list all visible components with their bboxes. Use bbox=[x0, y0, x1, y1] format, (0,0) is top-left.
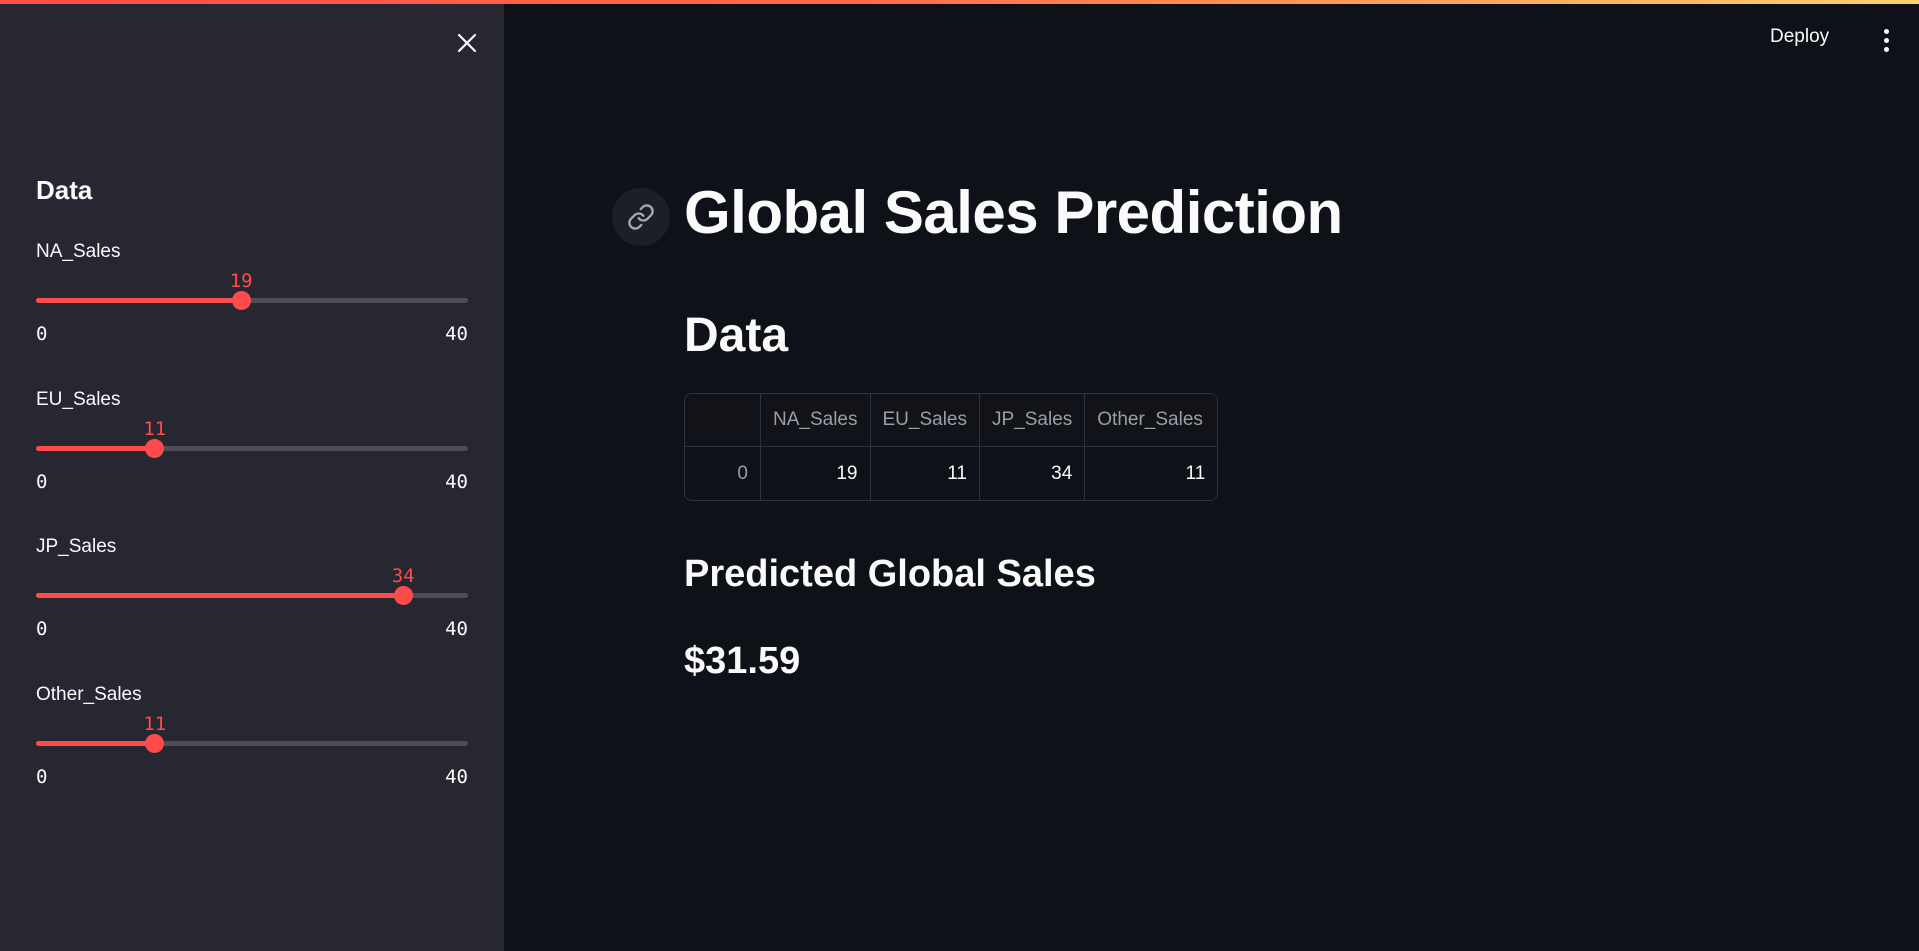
slider-thumb[interactable] bbox=[145, 734, 165, 753]
kebab-menu-icon bbox=[1883, 46, 1889, 52]
slider-min-label: 0 bbox=[36, 766, 48, 788]
deploy-button[interactable]: Deploy bbox=[1770, 26, 1829, 48]
slider-fill bbox=[36, 741, 155, 746]
slider-label: JP_Sales bbox=[36, 536, 117, 557]
link-icon bbox=[628, 204, 654, 230]
sidebar-heading: Data bbox=[36, 175, 93, 205]
slider-fill bbox=[36, 298, 242, 303]
slider-fill bbox=[36, 593, 404, 598]
slider-value: 11 bbox=[143, 713, 167, 735]
table-cell[interactable]: 19 bbox=[761, 447, 871, 500]
slider-min-label: 0 bbox=[36, 618, 48, 640]
close-icon bbox=[457, 33, 477, 53]
slider-na-sales: NA_Sales 19 0 40 bbox=[36, 241, 468, 361]
prediction-heading: Predicted Global Sales bbox=[684, 553, 1096, 595]
title-anchor-link[interactable] bbox=[612, 188, 670, 246]
header-decoration-bar bbox=[0, 0, 1919, 4]
table-header-row: NA_Sales EU_Sales JP_Sales Other_Sales bbox=[685, 394, 1218, 447]
slider-value: 11 bbox=[143, 418, 167, 440]
prediction-value: $31.59 bbox=[684, 640, 801, 682]
close-sidebar-button[interactable] bbox=[452, 28, 482, 58]
page-title: Global Sales Prediction bbox=[684, 179, 1343, 246]
slider-min-label: 0 bbox=[36, 323, 48, 345]
slider-track[interactable] bbox=[36, 446, 468, 451]
slider-fill bbox=[36, 446, 155, 451]
slider-other-sales: Other_Sales 11 0 40 bbox=[36, 684, 468, 804]
table-column-header[interactable]: Other_Sales bbox=[1085, 394, 1218, 447]
data-heading: Data bbox=[684, 309, 789, 362]
slider-value: 34 bbox=[391, 565, 415, 587]
slider-eu-sales: EU_Sales 11 0 40 bbox=[36, 389, 468, 509]
slider-max-label: 40 bbox=[445, 471, 468, 493]
data-table[interactable]: NA_Sales EU_Sales JP_Sales Other_Sales 0… bbox=[684, 393, 1219, 501]
table-cell[interactable]: 11 bbox=[871, 447, 980, 500]
slider-value: 19 bbox=[229, 270, 253, 292]
slider-label: NA_Sales bbox=[36, 241, 121, 262]
slider-max-label: 40 bbox=[445, 618, 468, 640]
table-column-header[interactable]: NA_Sales bbox=[761, 394, 871, 447]
table-row: 0 19 11 34 11 bbox=[685, 447, 1217, 500]
slider-min-label: 0 bbox=[36, 471, 48, 493]
table-column-header[interactable]: EU_Sales bbox=[870, 394, 980, 447]
table-column-header[interactable]: JP_Sales bbox=[980, 394, 1086, 447]
slider-track[interactable] bbox=[36, 298, 468, 303]
main-menu-button[interactable] bbox=[1874, 26, 1898, 54]
slider-max-label: 40 bbox=[445, 323, 468, 345]
slider-label: EU_Sales bbox=[36, 389, 121, 410]
slider-track[interactable] bbox=[36, 741, 468, 746]
sidebar: Data NA_Sales 19 0 40 EU_Sales 11 0 40 J… bbox=[0, 0, 504, 951]
slider-thumb[interactable] bbox=[231, 291, 251, 310]
table-index-cell: 0 bbox=[685, 447, 761, 500]
slider-thumb[interactable] bbox=[393, 586, 413, 605]
kebab-menu-icon bbox=[1883, 37, 1889, 43]
slider-thumb[interactable] bbox=[145, 439, 165, 458]
table-cell[interactable]: 11 bbox=[1085, 447, 1217, 500]
kebab-menu-icon bbox=[1883, 28, 1889, 34]
slider-max-label: 40 bbox=[445, 766, 468, 788]
slider-label: Other_Sales bbox=[36, 684, 142, 705]
table-index-header bbox=[685, 394, 761, 447]
table-cell[interactable]: 34 bbox=[980, 447, 1086, 500]
slider-jp-sales: JP_Sales 34 0 40 bbox=[36, 536, 468, 656]
